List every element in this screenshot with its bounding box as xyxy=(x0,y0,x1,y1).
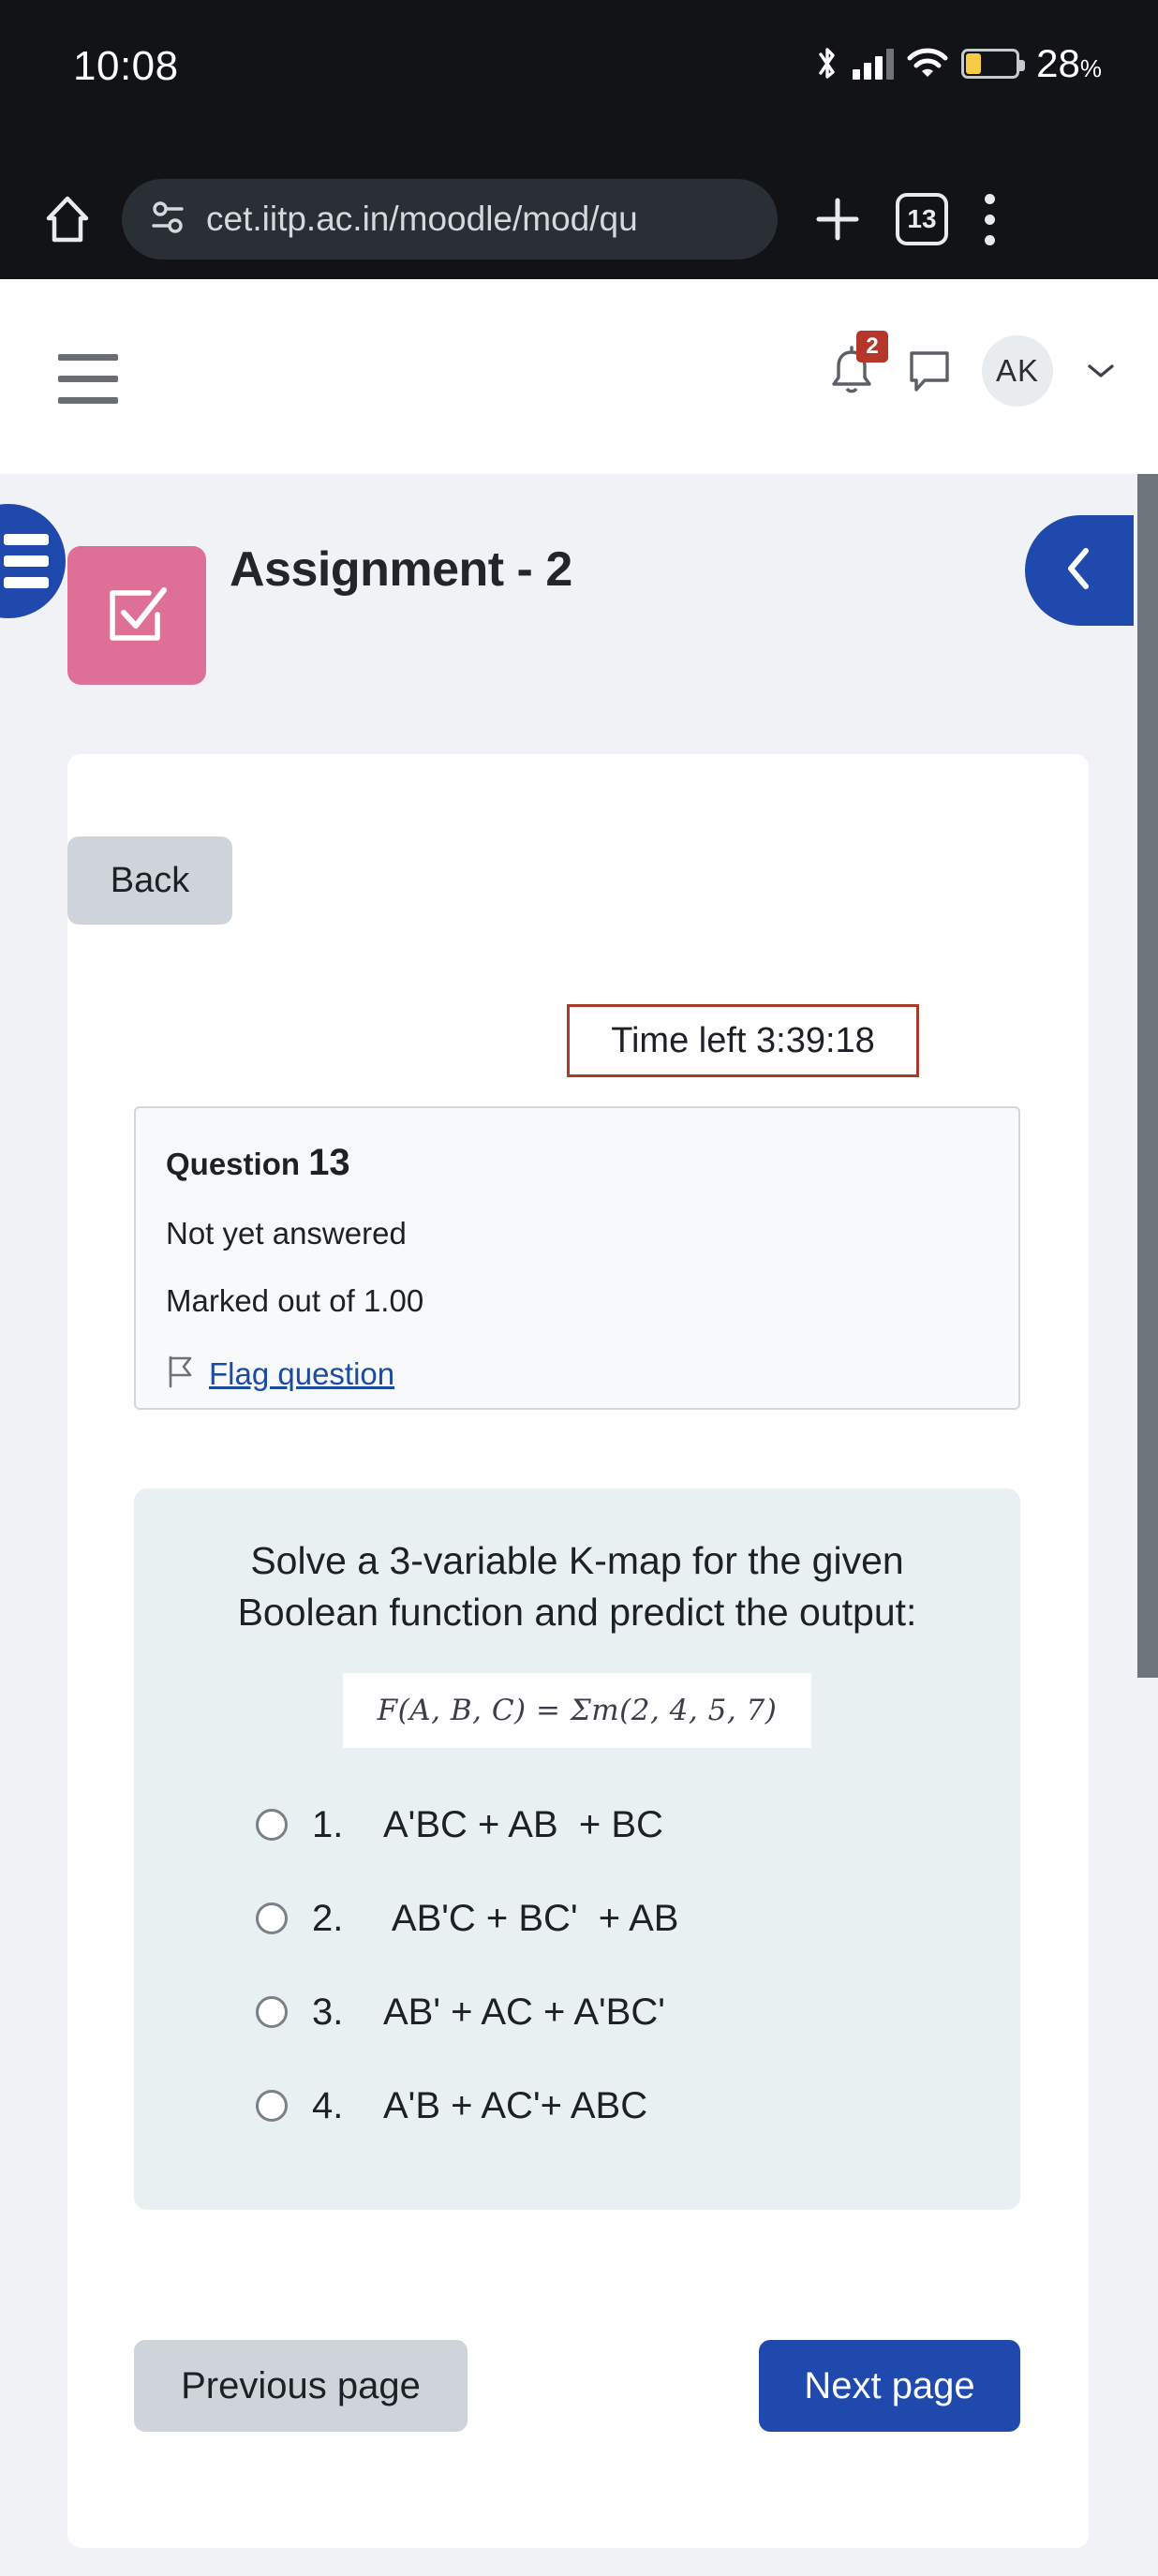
hamburger-menu-icon[interactable] xyxy=(58,354,118,404)
flag-icon xyxy=(166,1355,194,1393)
previous-page-button[interactable]: Previous page xyxy=(134,2340,468,2432)
chevron-down-icon[interactable] xyxy=(1087,363,1115,379)
status-bar-clock: 10:08 xyxy=(73,43,179,89)
battery-percent-label: 28% xyxy=(1036,41,1102,85)
radio-button[interactable] xyxy=(256,2090,288,2123)
bluetooth-icon xyxy=(815,45,839,82)
next-page-button[interactable]: Next page xyxy=(759,2340,1020,2432)
question-status: Not yet answered xyxy=(166,1216,407,1251)
home-icon[interactable] xyxy=(37,189,97,249)
wifi-icon xyxy=(907,48,948,80)
option-number: 4. xyxy=(312,2084,344,2126)
cellular-signal-icon xyxy=(853,48,895,80)
android-status-bar: 10:08 28% xyxy=(0,0,1158,159)
formula-text: F(A, B, C) = Σm(2, 4, 5, 7) xyxy=(377,1693,778,1727)
right-drawer-toggle[interactable] xyxy=(1025,515,1134,626)
quiz-checkbox-icon xyxy=(100,577,173,655)
radio-button[interactable] xyxy=(256,1996,288,2029)
status-bar-icons: 28% xyxy=(815,39,1102,88)
url-bar[interactable]: cet.iitp.ac.in/moodle/mod/qu xyxy=(122,179,778,259)
question-marks: Marked out of 1.00 xyxy=(166,1283,424,1318)
notifications-badge: 2 xyxy=(856,331,888,363)
tab-counter-button[interactable]: 13 xyxy=(896,193,948,245)
plus-icon[interactable] xyxy=(809,191,866,247)
back-button[interactable]: Back xyxy=(67,836,232,925)
option-label: A'BC + AB + BC xyxy=(383,1803,663,1845)
question-body: Solve a 3-variable K-map for the given B… xyxy=(134,1488,1020,2210)
flag-question-link[interactable]: Flag question xyxy=(209,1356,394,1392)
option-row[interactable]: 3. AB' + AC + A'BC' xyxy=(256,1986,983,2039)
answer-options: 1. A'BC + AB + BC 2. AB'C + BC' + AB 3. … xyxy=(171,1799,983,2133)
option-label: A'B + AC'+ ABC xyxy=(383,2084,648,2126)
question-number: 13 xyxy=(308,1142,350,1183)
question-text: Solve a 3-variable K-map for the given B… xyxy=(237,1539,917,1635)
list-drawer-icon xyxy=(0,534,49,589)
flag-question-row[interactable]: Flag question xyxy=(166,1355,988,1393)
message-bubble-icon[interactable] xyxy=(905,347,954,395)
quiz-timer: Time left 3:39:18 xyxy=(567,1004,919,1077)
option-number: 2. xyxy=(312,1897,344,1939)
quiz-activity-tile xyxy=(67,546,206,685)
option-label: AB' + AC + A'BC' xyxy=(383,1991,665,2033)
question-heading: Question 13 xyxy=(166,1142,988,1184)
page-scrollbar-thumb[interactable] xyxy=(1137,474,1158,1678)
question-info-box: Question 13 Not yet answered Marked out … xyxy=(134,1106,1020,1410)
phone-screen: 10:08 28% cet.iitp.ac.in/moodle/mod/qu 1… xyxy=(0,0,1158,2576)
option-row[interactable]: 2. AB'C + BC' + AB xyxy=(256,1892,983,1946)
avatar[interactable]: AK xyxy=(982,335,1053,407)
formula-image: F(A, B, C) = Σm(2, 4, 5, 7) xyxy=(343,1672,811,1748)
question-label: Question xyxy=(166,1147,301,1181)
bell-icon[interactable]: 2 xyxy=(826,331,888,398)
header-actions: 2 AK xyxy=(826,331,1115,407)
browser-toolbar: cet.iitp.ac.in/moodle/mod/qu 13 xyxy=(0,159,1158,279)
url-text[interactable]: cet.iitp.ac.in/moodle/mod/qu xyxy=(206,200,638,239)
option-row[interactable]: 1. A'BC + AB + BC xyxy=(256,1799,983,1852)
option-row[interactable]: 4. A'B + AC'+ ABC xyxy=(256,2080,983,2133)
more-vertical-icon[interactable] xyxy=(984,193,995,245)
radio-button[interactable] xyxy=(256,1809,288,1842)
site-settings-icon[interactable] xyxy=(148,198,187,242)
option-number: 3. xyxy=(312,1991,344,2033)
battery-icon xyxy=(961,49,1026,79)
option-number: 1. xyxy=(312,1803,344,1845)
radio-button[interactable] xyxy=(256,1902,288,1935)
page-title: Assignment - 2 xyxy=(230,542,572,597)
chevron-left-icon xyxy=(1061,544,1098,598)
option-label: AB'C + BC' + AB xyxy=(383,1897,679,1939)
